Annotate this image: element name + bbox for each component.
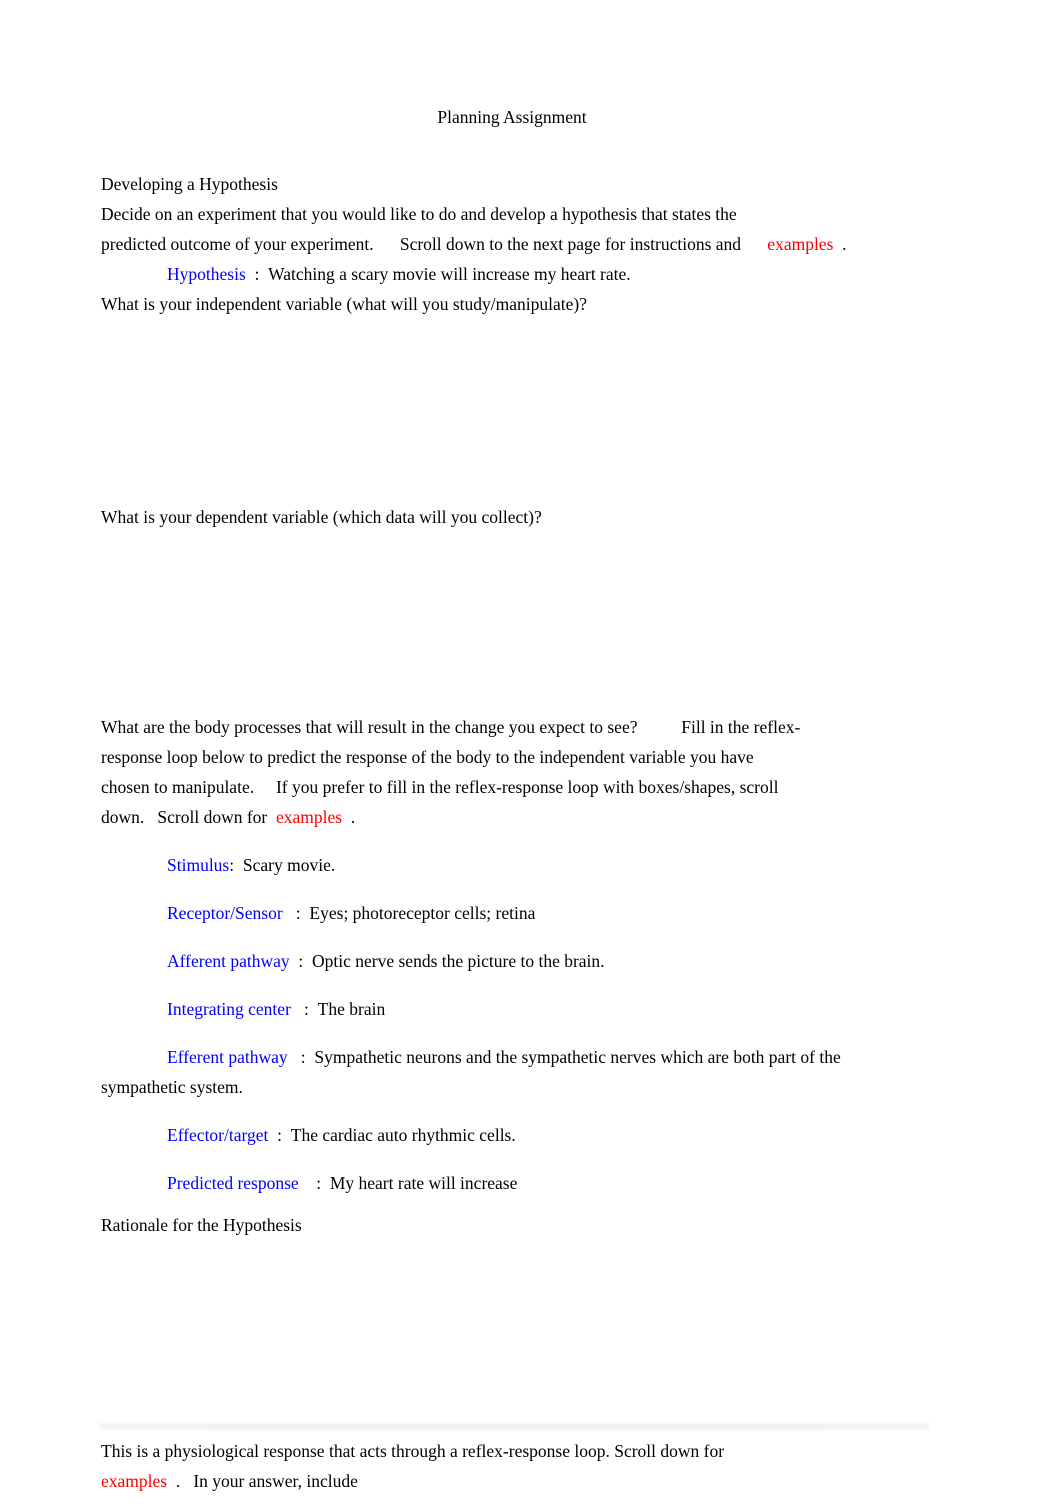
rationale-answer-area[interactable] xyxy=(101,1240,923,1390)
reflex-label-efferent-pathway: Efferent pathway xyxy=(167,1046,288,1067)
body-processes-line3b: If you prefer to fill in the reflex-resp… xyxy=(275,776,779,797)
closing-line1: This is a physiological response that ac… xyxy=(101,1441,725,1461)
body-processes-line3a: chosen to manipulate. xyxy=(101,776,255,797)
examples-link-developing[interactable]: examples xyxy=(767,234,833,254)
spacer-run-8 xyxy=(144,807,157,827)
reflex-item-efferent-pathway: Efferent pathway : Sympathetic neurons a… xyxy=(101,1024,923,1102)
reflex-label-predicted-response: Predicted response xyxy=(167,1172,299,1193)
closing-paragraph: This is a physiological response that ac… xyxy=(101,1436,923,1496)
spacer-run-7 xyxy=(254,777,276,797)
closing-block: This is a physiological response that ac… xyxy=(101,1436,923,1496)
spacer-integrating-b xyxy=(309,999,318,1019)
developing-a-hypothesis-heading: Developing a Hypothesis xyxy=(101,173,278,194)
reflex-value-afferent-pathway[interactable]: Optic nerve sends the picture to the bra… xyxy=(312,951,605,971)
spacer-integrating-a xyxy=(291,999,304,1019)
document-content: Planning Assignment Developing a Hypothe… xyxy=(101,0,923,1390)
reflex-item-integrating-center: Integrating center : The brain xyxy=(101,976,923,1024)
spacer-predicted-a xyxy=(299,1173,317,1193)
spacer-afferent-b xyxy=(303,951,312,971)
dependent-variable-question: What is your dependent variable (which d… xyxy=(101,506,542,527)
examples-link-closing[interactable]: examples xyxy=(101,1471,167,1491)
document-page: Planning Assignment Developing a Hypothe… xyxy=(0,0,1062,1506)
reflex-value-predicted-response[interactable]: My heart rate will increase xyxy=(330,1173,518,1193)
spacer-stimulus xyxy=(234,855,243,875)
spacer-efferent-a xyxy=(288,1047,301,1067)
spacer-run-4 xyxy=(246,264,255,284)
developing-paragraph-period: . xyxy=(842,233,847,254)
reflex-value-stimulus[interactable]: Scary movie. xyxy=(243,855,335,875)
spacer-run-2 xyxy=(741,234,767,254)
page-title: Planning Assignment xyxy=(437,107,587,127)
hypothesis-value[interactable]: Watching a scary movie will increase my … xyxy=(268,264,631,284)
dependent-variable-answer-area[interactable] xyxy=(101,532,923,712)
body-processes-period: . xyxy=(350,806,356,827)
reflex-label-stimulus: Stimulus xyxy=(167,854,230,875)
reflex-item-receptor-sensor: Receptor/Sensor : Eyes; photoreceptor ce… xyxy=(101,880,923,928)
hypothesis-line: Hypothesis : Watching a scary movie will… xyxy=(101,259,923,289)
independent-variable-question: What is your independent variable (what … xyxy=(101,293,587,314)
body-processes-line2: response loop below to predict the respo… xyxy=(101,746,754,767)
reflex-item-predicted-response: Predicted response : My heart rate will … xyxy=(101,1150,923,1198)
body-processes-line1b: Fill in the reflex- xyxy=(681,716,801,737)
reflex-value-receptor-sensor[interactable]: Eyes; photoreceptor cells; retina xyxy=(309,903,535,923)
reflex-value-integrating-center[interactable]: The brain xyxy=(318,999,386,1019)
body-processes-line1a: What are the body processes that will re… xyxy=(101,716,638,737)
spacer-run-3 xyxy=(833,234,842,254)
spacer-predicted-b xyxy=(321,1173,330,1193)
body-processes-line4b: Scroll down for xyxy=(157,806,268,827)
reflex-item-afferent-pathway: Afferent pathway : Optic nerve sends the… xyxy=(101,928,923,976)
spacer-effector-a xyxy=(268,1125,277,1145)
page-break-divider xyxy=(100,1421,930,1433)
reflex-item-stimulus: Stimulus: Scary movie. xyxy=(101,832,923,880)
developing-paragraph-line1: Decide on an experiment that you would l… xyxy=(101,203,737,224)
spacer-run-10 xyxy=(342,807,351,827)
reflex-value-effector-target[interactable]: The cardiac auto rhythmic cells. xyxy=(291,1125,516,1145)
spacer-closing-b xyxy=(180,1471,193,1491)
examples-link-body-processes[interactable]: examples xyxy=(276,807,342,827)
spacer-closing-a xyxy=(167,1471,176,1491)
independent-variable-answer-area[interactable] xyxy=(101,319,923,502)
developing-hypothesis-paragraph: Decide on an experiment that you would l… xyxy=(101,199,923,259)
reflex-label-afferent-pathway: Afferent pathway xyxy=(167,950,290,971)
hypothesis-label: Hypothesis xyxy=(167,263,246,284)
reflex-item-effector-target: Effector/target : The cardiac auto rhyth… xyxy=(101,1102,923,1150)
spacer-run-1 xyxy=(374,234,400,254)
spacer-title xyxy=(101,127,923,169)
reflex-label-integrating-center: Integrating center xyxy=(167,998,291,1019)
developing-paragraph-line2b: Scroll down to the next page for instruc… xyxy=(399,233,742,254)
reflex-label-effector-target: Effector/target xyxy=(167,1124,269,1145)
spacer-run-6 xyxy=(637,717,681,737)
spacer-run-9 xyxy=(267,807,276,827)
spacer-before-rationale xyxy=(101,1198,923,1210)
closing-line2: In your answer, include xyxy=(193,1471,358,1491)
developing-paragraph-line2a: predicted outcome of your experiment. xyxy=(101,233,374,254)
rationale-heading: Rationale for the Hypothesis xyxy=(101,1214,302,1235)
spacer-receptor-a xyxy=(283,903,296,923)
reflex-label-receptor-sensor: Receptor/Sensor xyxy=(167,902,283,923)
body-processes-paragraph: What are the body processes that will re… xyxy=(101,712,923,832)
body-processes-line4a: down. xyxy=(101,806,145,827)
spacer-run-5 xyxy=(259,264,268,284)
spacer-effector-b xyxy=(282,1125,291,1145)
